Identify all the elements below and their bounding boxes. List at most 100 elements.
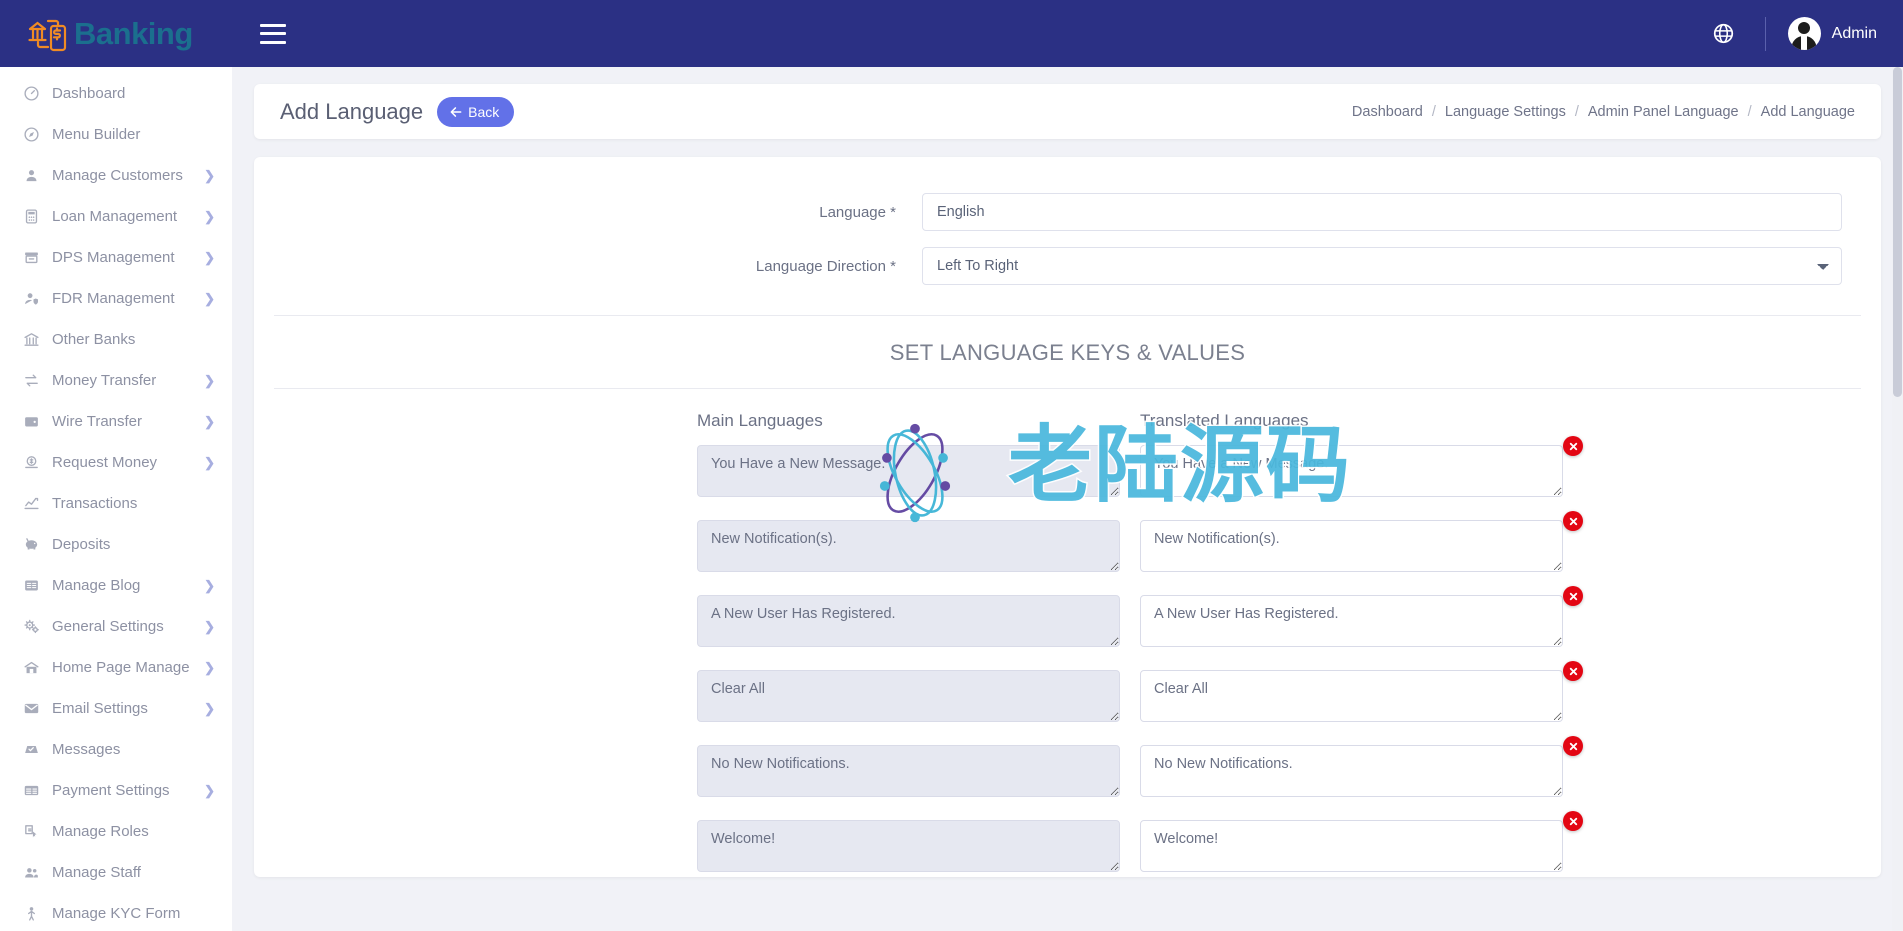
breadcrumb-item-dashboard[interactable]: Dashboard: [1352, 104, 1423, 120]
sidebar-item-payment-settings[interactable]: Payment Settings ❯: [0, 770, 232, 811]
roles-icon: [20, 823, 42, 840]
sidebar-item-label: Request Money: [52, 454, 158, 471]
translated-language-textarea[interactable]: You Have a New Message.: [1140, 445, 1563, 497]
breadcrumb-item-admin-panel-language[interactable]: Admin Panel Language: [1588, 104, 1739, 120]
sidebar-item-label: Dashboard: [52, 85, 126, 102]
sidebar-item-manage-customers[interactable]: Manage Customers ❯: [0, 155, 232, 196]
translated-language-textarea[interactable]: Clear All: [1140, 670, 1563, 722]
delete-language-key-button[interactable]: [1563, 811, 1583, 831]
sidebar-item-wire-transfer[interactable]: Wire Transfer ❯: [0, 401, 232, 442]
translated-language-cell: New Notification(s).: [1140, 511, 1583, 577]
main-language-textarea[interactable]: No New Notifications.: [697, 745, 1120, 797]
sidebar-item-fdr-management[interactable]: FDR Management ❯: [0, 278, 232, 319]
translated-language-textarea[interactable]: New Notification(s).: [1140, 520, 1563, 572]
bank-mobile-dollar-icon: [28, 19, 67, 51]
main-language-textarea[interactable]: Clear All: [697, 670, 1120, 722]
language-direction-field-label: Language Direction *: [755, 257, 896, 275]
sidebar-item-manage-blog[interactable]: Manage Blog ❯: [0, 565, 232, 606]
chevron-right-icon: ❯: [204, 208, 215, 224]
sidebar-item-home-page-manage[interactable]: Home Page Manage ❯: [0, 647, 232, 688]
main-languages-heading: Main Languages: [697, 411, 823, 430]
home-icon: [20, 659, 42, 676]
delete-language-key-button[interactable]: [1563, 586, 1583, 606]
delete-language-key-button[interactable]: [1563, 511, 1583, 531]
chevron-right-icon: ❯: [204, 249, 215, 265]
sidebar-item-other-banks[interactable]: Other Banks: [0, 319, 232, 360]
section-title: SET LANGUAGE KEYS & VALUES: [889, 340, 1246, 365]
sidebar-item-general-settings[interactable]: General Settings ❯: [0, 606, 232, 647]
chevron-right-icon: ❯: [204, 618, 215, 634]
chevron-right-icon: ❯: [204, 413, 215, 429]
users-icon: [20, 864, 42, 881]
language-key-row: You Have a New Message. You Have a New Me…: [254, 436, 1881, 502]
page-scrollbar[interactable]: [1892, 67, 1903, 931]
language-key-row: Welcome! Welcome!: [254, 811, 1881, 877]
language-field-row: Language *: [254, 193, 1881, 231]
translated-language-textarea[interactable]: No New Notifications.: [1140, 745, 1563, 797]
kv-column-headings: Main Languages Translated Languages: [254, 411, 1881, 431]
language-switcher-button[interactable]: [1705, 15, 1743, 53]
sidebar-item-label: Payment Settings: [52, 782, 170, 799]
sidebar-item-messages[interactable]: Messages: [0, 729, 232, 770]
delete-language-key-button[interactable]: [1563, 736, 1583, 756]
sidebar-item-deposits[interactable]: Deposits: [0, 524, 232, 565]
main-content: Add Language Back Dashboard / Language Set…: [232, 67, 1903, 931]
translated-language-cell: Clear All: [1140, 661, 1583, 727]
wallet-icon: [20, 413, 42, 430]
sidebar-item-menu-builder[interactable]: Menu Builder: [0, 114, 232, 155]
sidebar-item-label: Home Page Manage: [52, 659, 190, 676]
language-direction-field-row: Language Direction * Left To RightRight …: [254, 247, 1881, 285]
sidebar-item-manage-roles[interactable]: Manage Roles: [0, 811, 232, 852]
sidebar-item-label: Loan Management: [52, 208, 178, 225]
chevron-right-icon: ❯: [204, 454, 215, 470]
navbar-divider: [1764, 16, 1766, 51]
sidebar-toggle-button[interactable]: [260, 23, 286, 44]
sidebar-item-manage-kyc-form[interactable]: Manage KYC Form: [0, 893, 232, 931]
main-language-textarea[interactable]: Welcome!: [697, 820, 1120, 872]
top-navbar: Banking Admin: [0, 0, 1903, 67]
brand-logo-area[interactable]: Banking: [0, 0, 232, 67]
main-language-textarea[interactable]: A New User Has Registered.: [697, 595, 1120, 647]
delete-language-key-button[interactable]: [1563, 436, 1583, 456]
calculator-icon: [20, 208, 42, 225]
sidebar-item-label: Messages: [52, 741, 121, 758]
cogs-icon: [20, 618, 42, 635]
main-language-textarea[interactable]: You Have a New Message.: [697, 445, 1120, 497]
exchange-icon: [20, 372, 42, 389]
translated-language-cell: You Have a New Message.: [1140, 436, 1583, 502]
sidebar-item-label: Manage Roles: [52, 823, 149, 840]
sidebar-item-label: Deposits: [52, 536, 111, 553]
sidebar-item-money-transfer[interactable]: Money Transfer ❯: [0, 360, 232, 401]
user-menu-button[interactable]: Admin: [1787, 17, 1877, 50]
language-input[interactable]: [922, 193, 1842, 231]
language-direction-select[interactable]: Left To RightRight To Left: [922, 247, 1842, 285]
chart-line-icon: [20, 495, 42, 512]
page-scrollbar-thumb[interactable]: [1893, 67, 1902, 397]
sidebar-item-loan-management[interactable]: Loan Management ❯: [0, 196, 232, 237]
sidebar-item-email-settings[interactable]: Email Settings ❯: [0, 688, 232, 729]
sidebar-item-dps-management[interactable]: DPS Management ❯: [0, 237, 232, 278]
back-button[interactable]: Back: [437, 96, 515, 127]
breadcrumb-item-add-language: Add Language: [1760, 103, 1855, 120]
chevron-right-icon: ❯: [204, 659, 215, 675]
sidebar-item-label: FDR Management: [52, 290, 175, 307]
sidebar-item-request-money[interactable]: Request Money ❯: [0, 442, 232, 483]
main-language-cell: A New User Has Registered.: [697, 595, 1120, 652]
page-header-card: Add Language Back Dashboard / Language Set…: [254, 84, 1881, 139]
translated-language-textarea[interactable]: Welcome!: [1140, 820, 1563, 872]
main-language-textarea[interactable]: New Notification(s).: [697, 520, 1120, 572]
main-language-cell: Clear All: [697, 670, 1120, 727]
sidebar-item-dashboard[interactable]: Dashboard: [0, 73, 232, 114]
language-key-row: New Notification(s). New Notification(s).: [254, 511, 1881, 577]
sidebar-item-manage-staff[interactable]: Manage Staff: [0, 852, 232, 893]
user-icon: [20, 167, 42, 184]
translated-language-textarea[interactable]: A New User Has Registered.: [1140, 595, 1563, 647]
bank-icon: [20, 331, 42, 348]
language-field-label: Language *: [819, 203, 896, 221]
archive-icon: [20, 249, 42, 266]
breadcrumb-item-language-settings[interactable]: Language Settings: [1445, 104, 1566, 120]
add-language-form-card: Language * Language Direction * Left To …: [254, 157, 1881, 877]
main-language-cell: No New Notifications.: [697, 745, 1120, 802]
delete-language-key-button[interactable]: [1563, 661, 1583, 681]
sidebar-item-transactions[interactable]: Transactions: [0, 483, 232, 524]
